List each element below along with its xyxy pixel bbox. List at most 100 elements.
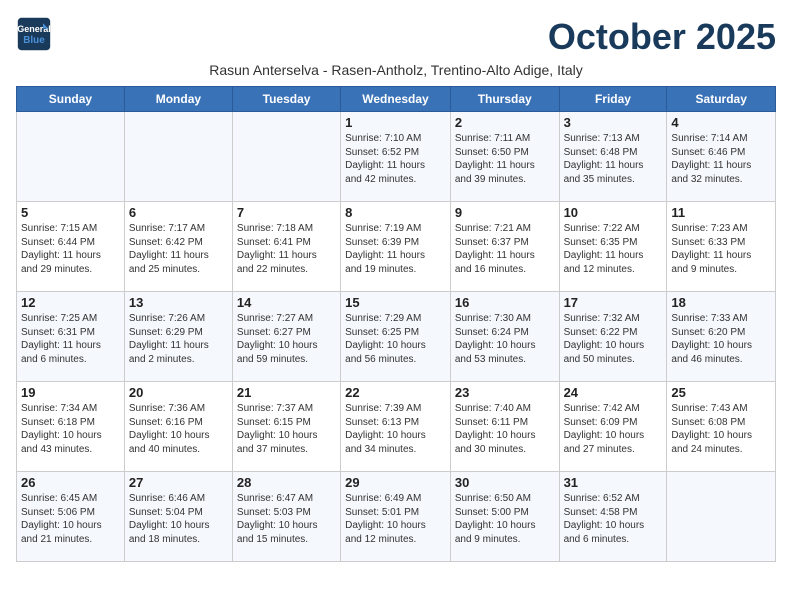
cell-info: Sunrise: 7:19 AM Sunset: 6:39 PM Dayligh… xyxy=(345,222,446,276)
day-header-tuesday: Tuesday xyxy=(232,87,340,112)
day-header-friday: Friday xyxy=(559,87,667,112)
cell-info: Sunrise: 7:17 AM Sunset: 6:42 PM Dayligh… xyxy=(129,222,228,276)
cell-info: Sunrise: 7:43 AM Sunset: 6:08 PM Dayligh… xyxy=(671,402,771,456)
cell-info: Sunrise: 7:34 AM Sunset: 6:18 PM Dayligh… xyxy=(21,402,120,456)
cell-info: Sunrise: 7:13 AM Sunset: 6:48 PM Dayligh… xyxy=(564,132,663,186)
calendar-cell: 6 Sunrise: 7:17 AM Sunset: 6:42 PM Daylig… xyxy=(124,202,232,292)
date-number: 8 xyxy=(345,205,446,220)
day-header-wednesday: Wednesday xyxy=(341,87,451,112)
calendar-week-1: 1Sunrise: 7:10 AM Sunset: 6:52 PM Daylig… xyxy=(17,112,776,202)
date-number: 6 xyxy=(129,205,228,220)
cell-info: Sunrise: 7:29 AM Sunset: 6:25 PM Dayligh… xyxy=(345,312,446,366)
date-number: 21 xyxy=(237,385,336,400)
calendar-cell: 31Sunrise: 6:52 AM Sunset: 4:58 PM Dayli… xyxy=(559,472,667,562)
calendar-week-5: 26 Sunrise: 6:45 AM Sunset: 5:06 PM Dayli… xyxy=(17,472,776,562)
day-header-saturday: Saturday xyxy=(667,87,776,112)
calendar-cell: 15 Sunrise: 7:29 AM Sunset: 6:25 PM Dayli… xyxy=(341,292,451,382)
cell-info: Sunrise: 7:18 AM Sunset: 6:41 PM Dayligh… xyxy=(237,222,336,276)
calendar-cell xyxy=(232,112,340,202)
month-title: October 2025 xyxy=(548,16,776,58)
cell-info: Sunrise: 7:42 AM Sunset: 6:09 PM Dayligh… xyxy=(564,402,663,456)
logo: General Blue xyxy=(16,16,56,52)
date-number: 18 xyxy=(671,295,771,310)
calendar-cell: 29 Sunrise: 6:49 AM Sunset: 5:01 PM Dayli… xyxy=(341,472,451,562)
svg-text:General: General xyxy=(17,24,51,34)
cell-info: Sunrise: 7:15 AM Sunset: 6:44 PM Dayligh… xyxy=(21,222,120,276)
calendar-cell: 10Sunrise: 7:22 AM Sunset: 6:35 PM Dayli… xyxy=(559,202,667,292)
date-number: 27 xyxy=(129,475,228,490)
date-number: 2 xyxy=(455,115,555,130)
calendar-cell: 5 Sunrise: 7:15 AM Sunset: 6:44 PM Daylig… xyxy=(17,202,125,292)
calendar-week-3: 12Sunrise: 7:25 AM Sunset: 6:31 PM Dayli… xyxy=(17,292,776,382)
date-number: 24 xyxy=(564,385,663,400)
svg-text:Blue: Blue xyxy=(23,35,45,46)
calendar-week-2: 5 Sunrise: 7:15 AM Sunset: 6:44 PM Daylig… xyxy=(17,202,776,292)
calendar-cell: 19 Sunrise: 7:34 AM Sunset: 6:18 PM Dayli… xyxy=(17,382,125,472)
date-number: 20 xyxy=(129,385,228,400)
cell-info: Sunrise: 7:11 AM Sunset: 6:50 PM Dayligh… xyxy=(455,132,555,186)
calendar-body: 1Sunrise: 7:10 AM Sunset: 6:52 PM Daylig… xyxy=(17,112,776,562)
calendar-cell: 22Sunrise: 7:39 AM Sunset: 6:13 PM Dayli… xyxy=(341,382,451,472)
cell-info: Sunrise: 7:26 AM Sunset: 6:29 PM Dayligh… xyxy=(129,312,228,366)
date-number: 15 xyxy=(345,295,446,310)
subtitle: Rasun Anterselva - Rasen-Antholz, Trenti… xyxy=(16,62,776,78)
calendar-cell xyxy=(17,112,125,202)
date-number: 14 xyxy=(237,295,336,310)
cell-info: Sunrise: 6:49 AM Sunset: 5:01 PM Dayligh… xyxy=(345,492,446,546)
day-header-thursday: Thursday xyxy=(450,87,559,112)
date-number: 25 xyxy=(671,385,771,400)
calendar-cell: 28Sunrise: 6:47 AM Sunset: 5:03 PM Dayli… xyxy=(232,472,340,562)
calendar-cell: 4 Sunrise: 7:14 AM Sunset: 6:46 PM Daylig… xyxy=(667,112,776,202)
calendar-cell: 25 Sunrise: 7:43 AM Sunset: 6:08 PM Dayli… xyxy=(667,382,776,472)
cell-info: Sunrise: 7:23 AM Sunset: 6:33 PM Dayligh… xyxy=(671,222,771,276)
calendar-cell: 3Sunrise: 7:13 AM Sunset: 6:48 PM Daylig… xyxy=(559,112,667,202)
date-number: 29 xyxy=(345,475,446,490)
cell-info: Sunrise: 7:40 AM Sunset: 6:11 PM Dayligh… xyxy=(455,402,555,456)
logo-icon: General Blue xyxy=(16,16,52,52)
cell-info: Sunrise: 7:32 AM Sunset: 6:22 PM Dayligh… xyxy=(564,312,663,366)
calendar-cell: 16 Sunrise: 7:30 AM Sunset: 6:24 PM Dayli… xyxy=(450,292,559,382)
calendar-cell: 11 Sunrise: 7:23 AM Sunset: 6:33 PM Dayli… xyxy=(667,202,776,292)
calendar-cell: 1Sunrise: 7:10 AM Sunset: 6:52 PM Daylig… xyxy=(341,112,451,202)
calendar-cell: 2 Sunrise: 7:11 AM Sunset: 6:50 PM Daylig… xyxy=(450,112,559,202)
date-number: 26 xyxy=(21,475,120,490)
calendar-cell: 18Sunrise: 7:33 AM Sunset: 6:20 PM Dayli… xyxy=(667,292,776,382)
calendar-cell: 13 Sunrise: 7:26 AM Sunset: 6:29 PM Dayli… xyxy=(124,292,232,382)
cell-info: Sunrise: 7:10 AM Sunset: 6:52 PM Dayligh… xyxy=(345,132,446,186)
cell-info: Sunrise: 7:36 AM Sunset: 6:16 PM Dayligh… xyxy=(129,402,228,456)
calendar-header-row: SundayMondayTuesdayWednesdayThursdayFrid… xyxy=(17,87,776,112)
calendar-cell: 23 Sunrise: 7:40 AM Sunset: 6:11 PM Dayli… xyxy=(450,382,559,472)
date-number: 17 xyxy=(564,295,663,310)
date-number: 13 xyxy=(129,295,228,310)
calendar-cell: 14 Sunrise: 7:27 AM Sunset: 6:27 PM Dayli… xyxy=(232,292,340,382)
date-number: 12 xyxy=(21,295,120,310)
date-number: 16 xyxy=(455,295,555,310)
calendar-cell: 8 Sunrise: 7:19 AM Sunset: 6:39 PM Daylig… xyxy=(341,202,451,292)
date-number: 5 xyxy=(21,205,120,220)
cell-info: Sunrise: 6:50 AM Sunset: 5:00 PM Dayligh… xyxy=(455,492,555,546)
cell-info: Sunrise: 7:37 AM Sunset: 6:15 PM Dayligh… xyxy=(237,402,336,456)
calendar-table: SundayMondayTuesdayWednesdayThursdayFrid… xyxy=(16,86,776,562)
date-number: 4 xyxy=(671,115,771,130)
page-header: General Blue October 2025 xyxy=(16,16,776,58)
date-number: 11 xyxy=(671,205,771,220)
date-number: 19 xyxy=(21,385,120,400)
calendar-cell: 12Sunrise: 7:25 AM Sunset: 6:31 PM Dayli… xyxy=(17,292,125,382)
cell-info: Sunrise: 7:39 AM Sunset: 6:13 PM Dayligh… xyxy=(345,402,446,456)
cell-info: Sunrise: 6:45 AM Sunset: 5:06 PM Dayligh… xyxy=(21,492,120,546)
calendar-cell xyxy=(667,472,776,562)
date-number: 9 xyxy=(455,205,555,220)
cell-info: Sunrise: 7:27 AM Sunset: 6:27 PM Dayligh… xyxy=(237,312,336,366)
day-header-sunday: Sunday xyxy=(17,87,125,112)
calendar-cell: 24 Sunrise: 7:42 AM Sunset: 6:09 PM Dayli… xyxy=(559,382,667,472)
cell-info: Sunrise: 7:30 AM Sunset: 6:24 PM Dayligh… xyxy=(455,312,555,366)
cell-info: Sunrise: 7:14 AM Sunset: 6:46 PM Dayligh… xyxy=(671,132,771,186)
cell-info: Sunrise: 7:21 AM Sunset: 6:37 PM Dayligh… xyxy=(455,222,555,276)
cell-info: Sunrise: 7:22 AM Sunset: 6:35 PM Dayligh… xyxy=(564,222,663,276)
date-number: 30 xyxy=(455,475,555,490)
date-number: 23 xyxy=(455,385,555,400)
calendar-cell: 27 Sunrise: 6:46 AM Sunset: 5:04 PM Dayli… xyxy=(124,472,232,562)
date-number: 31 xyxy=(564,475,663,490)
cell-info: Sunrise: 6:46 AM Sunset: 5:04 PM Dayligh… xyxy=(129,492,228,546)
date-number: 7 xyxy=(237,205,336,220)
